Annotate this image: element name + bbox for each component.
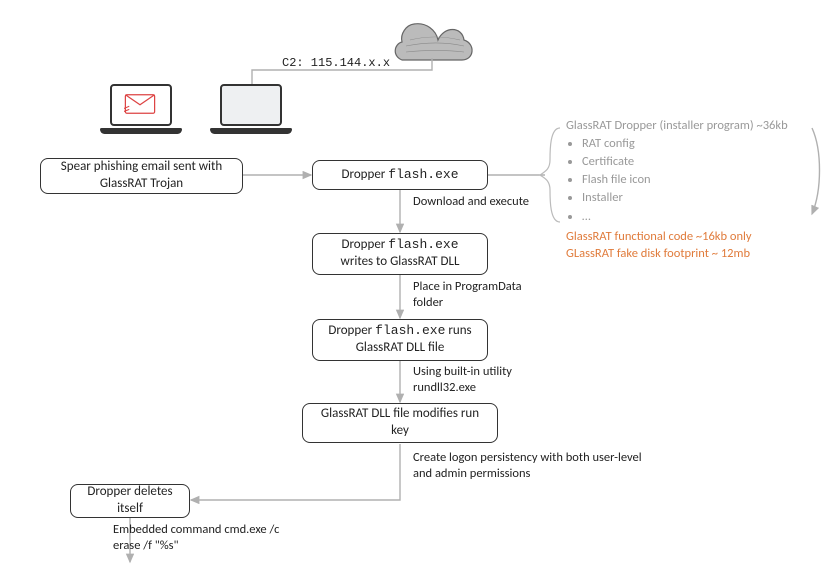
t: flash.exe <box>375 323 445 338</box>
laptop-victim-icon <box>210 84 292 140</box>
list-item: Flash file icon <box>582 171 816 189</box>
node-dll-modifies-runkey: GlassRAT DLL file modifies run key <box>302 403 498 443</box>
t: writes to GlassRAT DLL <box>341 254 460 269</box>
list-item: … <box>582 208 816 226</box>
annotation-title: GlassRAT Dropper (installer program) ~36… <box>566 118 816 133</box>
node-dropper-writes-dll: Dropper flash.exe writes to GlassRAT DLL <box>312 233 488 275</box>
envelope-icon <box>124 94 156 114</box>
node-dropper-runs-dll: Dropper flash.exe runs GlassRAT DLL file <box>312 319 488 361</box>
node-dropper-deletes-itself: Dropper deletes itself <box>70 484 190 518</box>
label-place-programdata: Place in ProgramData folder <box>413 279 553 310</box>
text-mono: flash.exe <box>388 167 458 182</box>
t: Dropper <box>328 323 372 338</box>
text: Dropper <box>342 167 389 182</box>
node-spear-phishing: Spear phishing email sent with GlassRAT … <box>40 158 243 194</box>
t: flash.exe <box>388 237 458 252</box>
brace-icon <box>540 128 560 222</box>
laptop-phishing-icon <box>100 84 182 140</box>
node-dropper-flashexe: Dropper flash.exe <box>312 160 488 190</box>
t: Dropper <box>341 237 385 252</box>
c2-label: C2: 115.144.x.x <box>282 56 390 71</box>
label-download-execute: Download and execute <box>413 194 533 210</box>
list-item: RAT config <box>582 135 816 153</box>
list-item: Certificate <box>582 153 816 171</box>
cloud-icon <box>395 24 472 60</box>
annotation-dropper-details: GlassRAT Dropper (installer program) ~36… <box>566 118 816 263</box>
annotation-list: RAT config Certificate Flash file icon I… <box>582 135 816 226</box>
annotation-functional-code: GlassRAT functional code ~16kb only <box>566 228 816 246</box>
label-using-rundll32: Using built-in utility rundll32.exe <box>413 364 563 395</box>
label-create-persistency: Create logon persistency with both user-… <box>413 450 663 481</box>
list-item: Installer <box>582 189 816 207</box>
annotation-fake-footprint: GLassRAT fake disk footprint ~ 12mb <box>566 245 816 263</box>
label-embedded-command: Embedded command cmd.exe /c erase /f "%s… <box>113 522 293 553</box>
